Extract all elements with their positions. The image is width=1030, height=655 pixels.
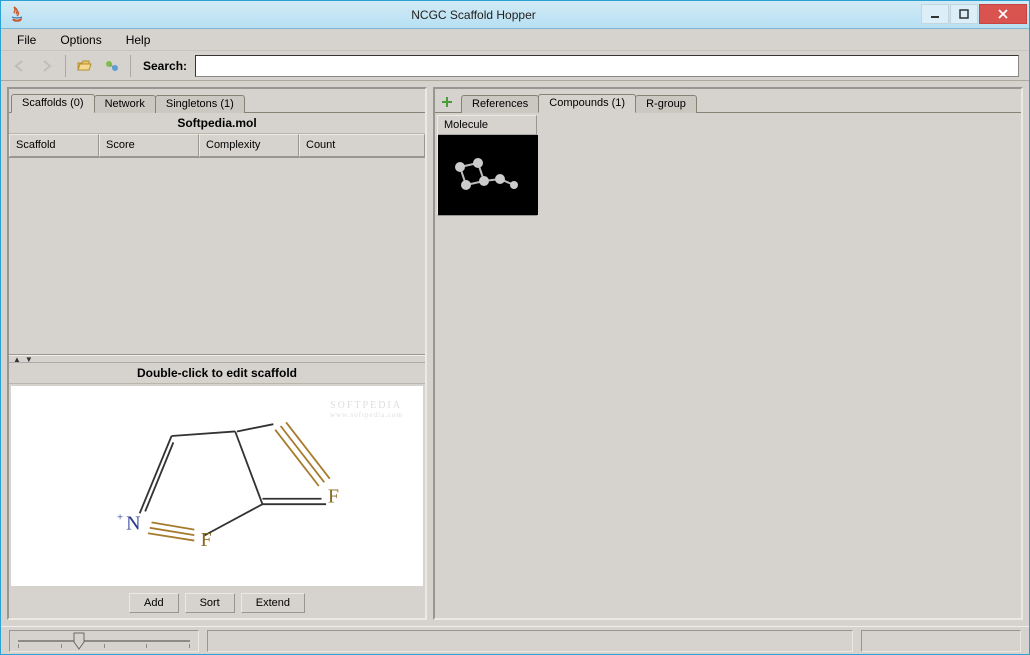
forward-button[interactable]	[35, 54, 59, 78]
tab-compounds[interactable]: Compounds (1)	[538, 94, 636, 113]
folder-open-button[interactable]	[72, 54, 96, 78]
tab-rgroup[interactable]: R-group	[635, 95, 697, 113]
status-right	[861, 630, 1021, 652]
scaffold-editor[interactable]: SOFTPEDIA www.softpedia.com	[11, 386, 423, 586]
java-icon	[7, 5, 27, 25]
tab-singletons[interactable]: Singletons (1)	[155, 95, 245, 113]
search-label: Search:	[143, 59, 187, 73]
horizontal-splitter[interactable]: ▲ ▼	[9, 355, 425, 363]
molecule-header: Molecule	[438, 116, 536, 135]
atom-n: N	[126, 513, 140, 535]
left-body: Softpedia.mol Scaffold Score Complexity …	[9, 113, 425, 618]
sort-button[interactable]: Sort	[185, 593, 235, 613]
toolbar: Search:	[1, 51, 1029, 81]
table-body	[9, 158, 425, 355]
minimize-button[interactable]	[921, 4, 949, 24]
molecule-tool-button[interactable]	[100, 54, 124, 78]
editor-label: Double-click to edit scaffold	[9, 363, 425, 384]
titlebar: NCGC Scaffold Hopper	[1, 1, 1029, 29]
menubar: File Options Help	[1, 29, 1029, 51]
menu-help[interactable]: Help	[116, 31, 161, 49]
slider-thumb-icon[interactable]	[73, 632, 85, 650]
left-tab-row: Scaffolds (0) Network Singletons (1)	[9, 89, 425, 113]
search-input[interactable]	[195, 55, 1019, 77]
menu-file[interactable]: File	[7, 31, 46, 49]
watermark-big: SOFTPEDIA	[330, 400, 402, 411]
col-complexity[interactable]: Complexity	[199, 134, 299, 157]
window-title: NCGC Scaffold Hopper	[27, 8, 920, 22]
tab-references[interactable]: References	[461, 95, 539, 113]
toolbar-separator	[65, 55, 66, 77]
file-header: Softpedia.mol	[9, 113, 425, 134]
atom-f1: F	[201, 529, 212, 551]
zoom-slider[interactable]	[9, 630, 199, 652]
tab-network[interactable]: Network	[94, 95, 156, 113]
molecule-cell[interactable]: Molecule	[437, 115, 537, 216]
right-panel: References Compounds (1) R-group Molecul…	[433, 87, 1023, 620]
toolbar-separator-2	[130, 55, 131, 77]
menu-options[interactable]: Options	[50, 31, 111, 49]
right-tab-row: References Compounds (1) R-group	[435, 89, 1021, 113]
col-score[interactable]: Score	[99, 134, 199, 157]
content-area: Scaffolds (0) Network Singletons (1) Sof…	[1, 81, 1029, 626]
statusbar	[1, 626, 1029, 654]
app-window: NCGC Scaffold Hopper File Options Help S…	[0, 0, 1030, 655]
editor-buttons: Add Sort Extend	[9, 588, 425, 618]
add-button[interactable]: Add	[129, 593, 179, 613]
watermark: SOFTPEDIA www.softpedia.com	[330, 400, 403, 419]
status-message	[207, 630, 853, 652]
watermark-small: www.softpedia.com	[330, 411, 403, 419]
extend-button[interactable]: Extend	[241, 593, 305, 613]
tab-scaffolds[interactable]: Scaffolds (0)	[11, 94, 95, 113]
back-button[interactable]	[7, 54, 31, 78]
molecule-thumbnail	[438, 135, 538, 215]
col-scaffold[interactable]: Scaffold	[9, 134, 99, 157]
maximize-button[interactable]	[950, 4, 978, 24]
atom-f2: F	[328, 485, 339, 507]
table-header: Scaffold Score Complexity Count	[9, 134, 425, 158]
add-tab-button[interactable]	[439, 94, 455, 110]
atom-n-plus: +	[117, 512, 123, 524]
close-button[interactable]	[979, 4, 1027, 24]
col-count[interactable]: Count	[299, 134, 425, 157]
window-buttons	[920, 4, 1027, 26]
left-panel: Scaffolds (0) Network Singletons (1) Sof…	[7, 87, 427, 620]
right-body: Molecule	[435, 113, 1021, 618]
